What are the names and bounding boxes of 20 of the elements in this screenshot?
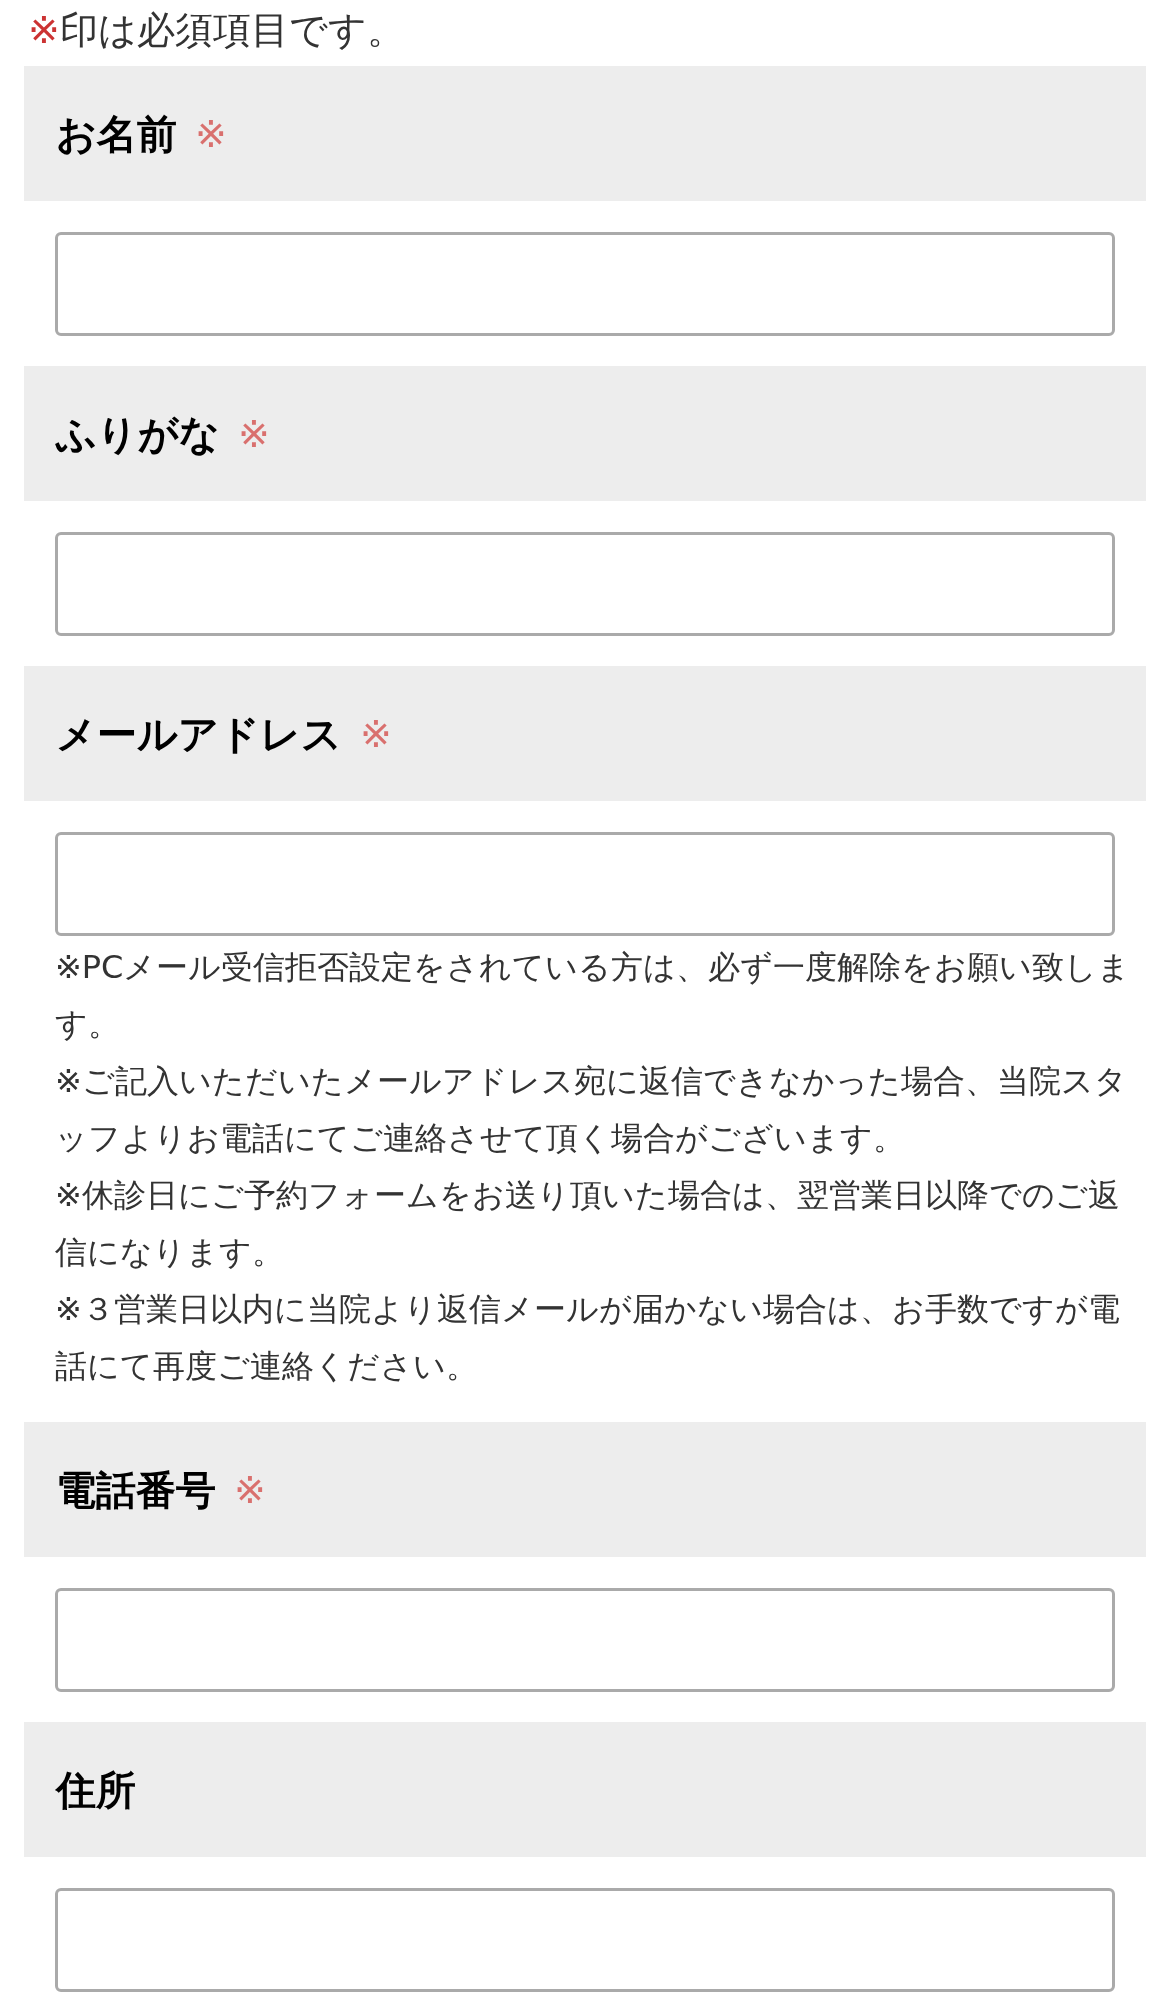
note-text: ※休診日にご予約フォームをお送り頂いた場合は、翌営業日以降でのご返信になります。 <box>55 1175 1121 1273</box>
note-text: ※３営業日以内に当院より返信メールが届かない場合は、お手数ですが電話にて再度ご連絡ください。 <box>55 1289 1121 1387</box>
input-field[interactable] <box>55 1588 1115 1692</box>
input-field[interactable] <box>55 532 1115 636</box>
input-field[interactable] <box>55 232 1115 336</box>
field-label: ふりがな <box>56 413 220 454</box>
field-label: お名前 <box>56 113 177 154</box>
required-mark: ※ <box>238 414 270 453</box>
required-mark: ※ <box>360 714 392 753</box>
required-note-text: 印は必須項目です。 <box>59 7 405 54</box>
required-mark: ※ <box>234 1470 266 1509</box>
field-label: 住所 <box>56 1769 136 1810</box>
required-mark: ※ <box>195 114 227 153</box>
field-label: 電話番号 <box>56 1469 216 1510</box>
input-field[interactable] <box>55 1888 1115 1992</box>
input-field[interactable] <box>55 832 1115 936</box>
note-text: ※ご記入いただいたメールアドレス宛に返信できなかった場合、当院スタッフよりお電話にてご連絡させて頂く場合がございます。 <box>55 1061 1128 1159</box>
note-text: ※PCメール受信拒否設定をされている方は、必ず一度解除をお願い致します。 <box>55 947 1132 1045</box>
required-mark: ※ <box>28 7 60 54</box>
field-label: メールアドレス <box>56 713 342 754</box>
